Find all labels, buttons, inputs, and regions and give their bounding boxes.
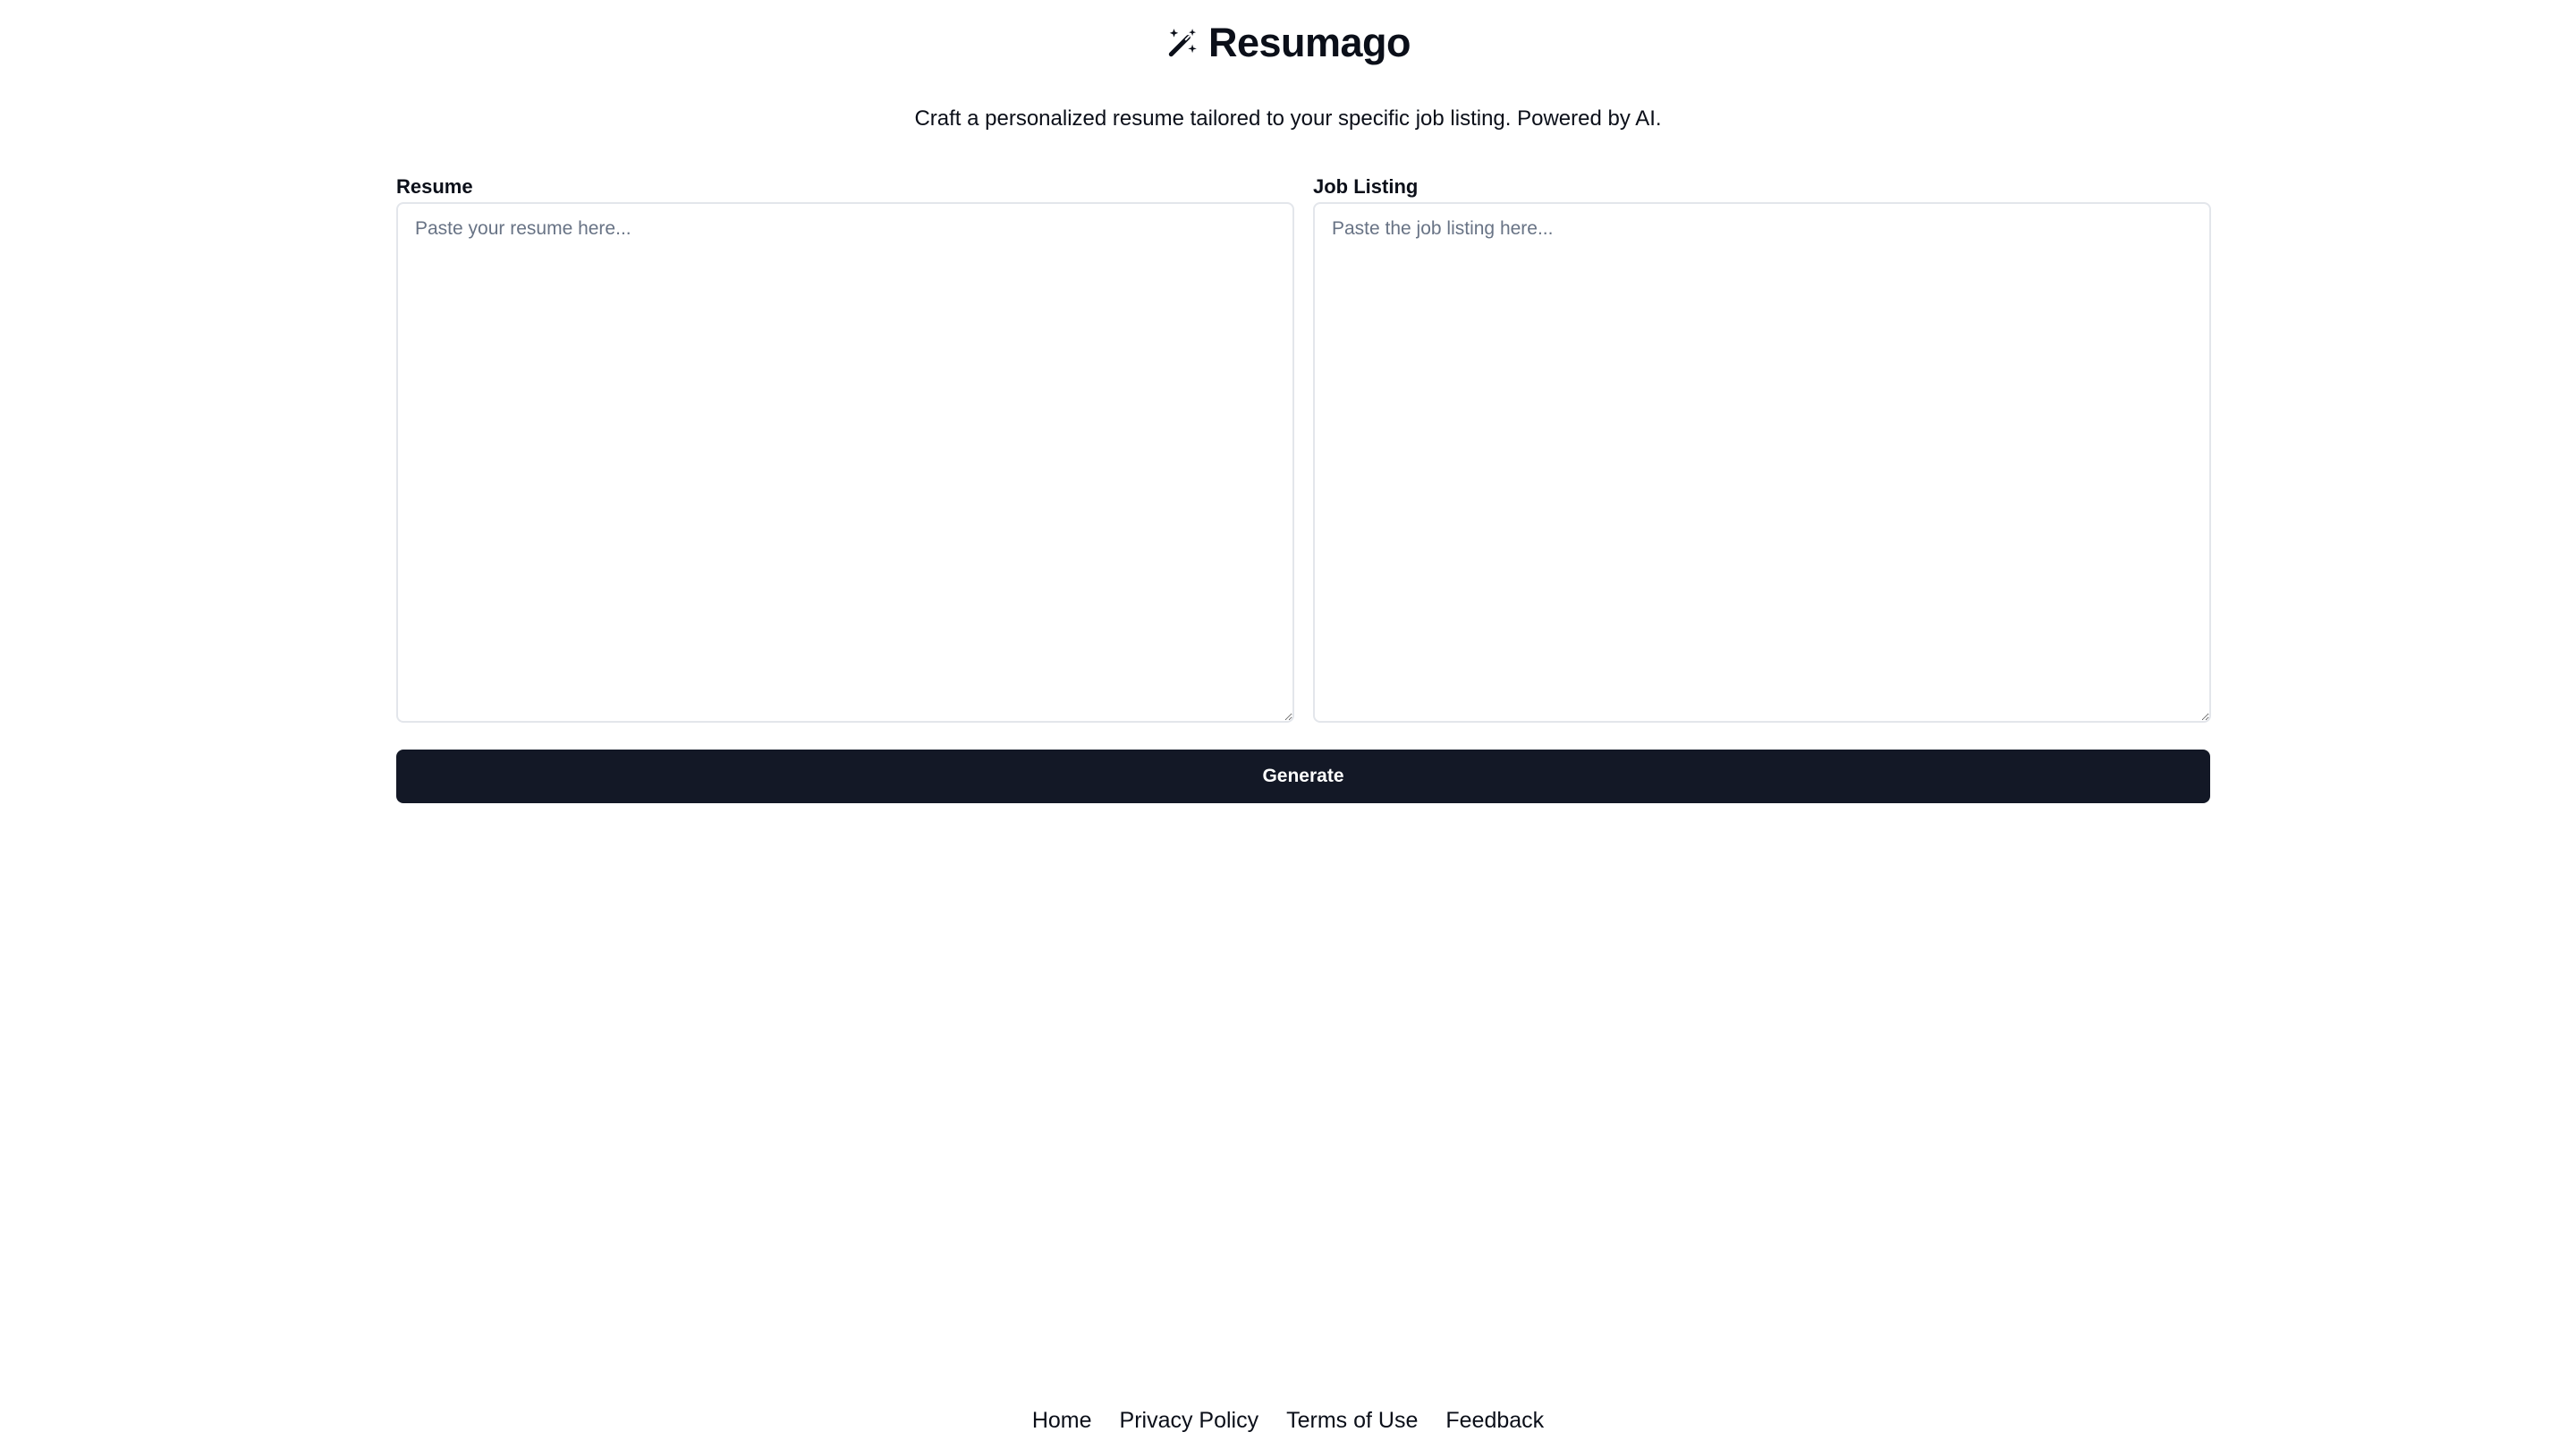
app-logo-title: Resumago (1208, 20, 1411, 65)
resume-textarea[interactable] (396, 202, 1294, 723)
footer-link-feedback[interactable]: Feedback (1445, 1408, 1544, 1434)
resume-label: Resume (396, 175, 473, 198)
generate-button[interactable]: Generate (396, 750, 2210, 803)
resume-field-group: Resume (396, 175, 1294, 723)
job-listing-label: Job Listing (1313, 175, 1419, 198)
footer-link-privacy-policy[interactable]: Privacy Policy (1120, 1408, 1259, 1434)
page: Resumago Craft a personalized resume tai… (0, 0, 2576, 1449)
job-listing-field-group: Job Listing (1313, 175, 2211, 723)
tagline: Craft a personalized resume tailored to … (914, 106, 1662, 131)
footer-nav: Home Privacy Policy Terms of Use Feedbac… (0, 1408, 2576, 1434)
header: Resumago (0, 20, 2576, 66)
footer-link-terms-of-use[interactable]: Terms of Use (1286, 1408, 1418, 1434)
magic-wand-icon (1165, 26, 1199, 60)
footer-link-home[interactable]: Home (1032, 1408, 1092, 1434)
job-listing-textarea[interactable] (1313, 202, 2211, 723)
